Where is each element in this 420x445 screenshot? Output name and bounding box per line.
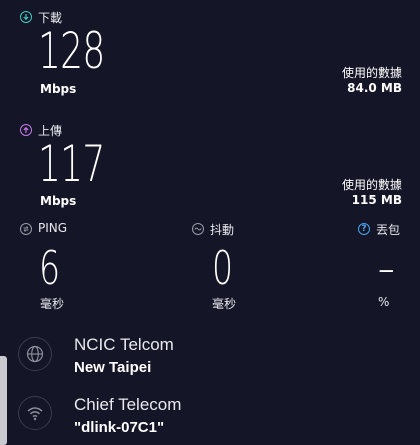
jitter-value: 0 — [212, 241, 233, 295]
ping-icon — [20, 223, 32, 235]
side-scroll-handle[interactable] — [0, 356, 7, 445]
loss-unit: % — [378, 295, 390, 309]
download-unit: Mbps — [40, 82, 77, 96]
ping-unit: 毫秒 — [40, 297, 65, 311]
network-provider[interactable]: Chief Telecom — [74, 395, 181, 415]
loss-value: – — [378, 241, 395, 295]
upload-data-used-value: 115 MB — [351, 193, 402, 207]
jitter-unit: 毫秒 — [212, 297, 237, 311]
upload-data-used-label: 使用的數據 — [341, 178, 402, 192]
download-data-used-label: 使用的數據 — [341, 66, 402, 80]
upload-unit: Mbps — [40, 194, 77, 208]
download-speed-value: 128 — [38, 22, 105, 80]
upload-speed-value: 117 — [38, 135, 105, 193]
wifi-icon — [18, 396, 52, 430]
network-ssid[interactable]: "dlink-07C1" — [74, 419, 164, 436]
server-provider[interactable]: NCIC Telcom — [74, 335, 174, 355]
upload-icon — [20, 124, 32, 136]
jitter-label: 抖動 — [210, 223, 235, 237]
ping-label: PING — [38, 221, 68, 235]
server-location[interactable]: New Taipei — [74, 359, 151, 376]
globe-icon — [18, 337, 52, 371]
download-icon — [20, 11, 32, 23]
wave-icon — [192, 223, 204, 235]
ping-value: 6 — [39, 241, 60, 295]
question-icon[interactable]: ? — [358, 223, 370, 235]
download-data-used-value: 84.0 MB — [347, 81, 402, 95]
loss-label: 丟包 — [376, 223, 401, 237]
